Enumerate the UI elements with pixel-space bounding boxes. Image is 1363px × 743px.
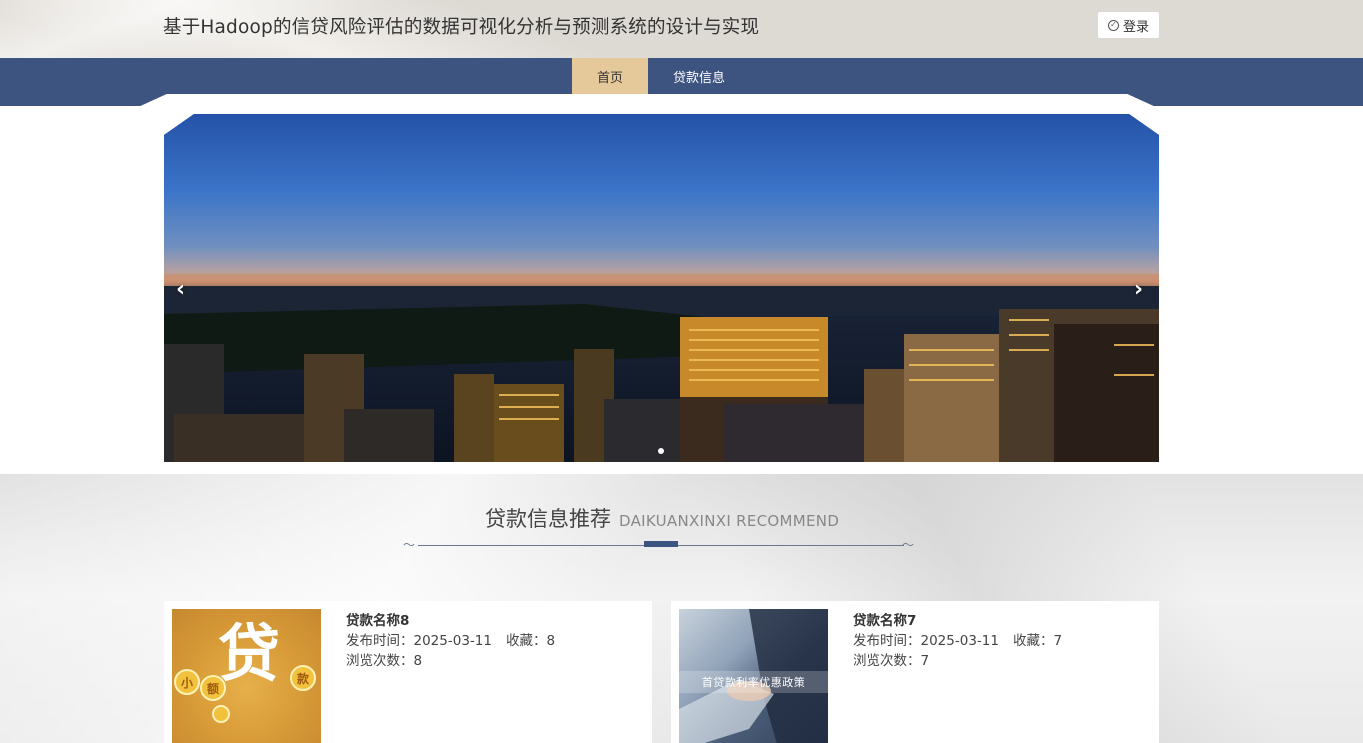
city-skyline-image: [164, 274, 1159, 462]
banner-next-arrow-icon[interactable]: ›: [1134, 278, 1143, 302]
loan-info: 贷款名称7 发布时间：2025-03-11 收藏：7 浏览次数：7: [853, 611, 1076, 671]
publish-label: 发布时间：: [346, 633, 414, 649]
publish-date: 2025-03-11: [413, 633, 492, 649]
fav-count: 7: [1053, 633, 1063, 649]
thumb-glyph: 贷: [218, 617, 281, 690]
nav-item-loan-info[interactable]: 贷款信息: [660, 58, 738, 94]
coin-icon: [212, 705, 230, 723]
loan-card[interactable]: 首贷款利率优惠政策 贷款名称7 发布时间：2025-03-11 收藏：7 浏览次数…: [671, 601, 1159, 743]
loan-name[interactable]: 贷款名称7: [853, 611, 1076, 631]
nav-notch: [136, 94, 1158, 108]
banner-indicator-dot[interactable]: [658, 448, 664, 454]
loan-meta: 发布时间：2025-03-11 收藏：8: [346, 631, 569, 651]
loan-thumbnail[interactable]: 贷 小 额 款: [172, 609, 321, 743]
loan-card[interactable]: 贷 小 额 款 贷款名称8 发布时间：2025-03-11 收藏：8 浏览次数：8: [164, 601, 652, 743]
publish-time: 发布时间：2025-03-11: [853, 633, 999, 649]
favorites: 收藏：8: [506, 633, 555, 649]
divider-right-curl-icon: 〜: [902, 538, 915, 552]
loan-info: 贷款名称8 发布时间：2025-03-11 收藏：8 浏览次数：8: [346, 611, 569, 671]
views-label: 浏览次数：: [346, 653, 414, 669]
banner-prev-arrow-icon[interactable]: ‹: [176, 278, 185, 302]
views-count: 7: [920, 653, 930, 669]
favorites: 收藏：7: [1013, 633, 1062, 649]
nav-item-label: 贷款信息: [672, 70, 725, 86]
fav-count: 8: [546, 633, 556, 649]
publish-label: 发布时间：: [853, 633, 921, 649]
recommend-title-cn: 贷款信息推荐: [485, 507, 611, 531]
banner-carousel[interactable]: [164, 114, 1159, 462]
site-title: 基于Hadoop的信贷风险评估的数据可视化分析与预测系统的设计与实现: [163, 17, 760, 38]
loan-meta: 发布时间：2025-03-11 收藏：7: [853, 631, 1076, 651]
nav-item-label: 首页: [596, 70, 623, 86]
fav-label: 收藏：: [505, 633, 547, 649]
view-count: 浏览次数：7: [853, 651, 1076, 671]
publish-time: 发布时间：2025-03-11: [346, 633, 492, 649]
fav-label: 收藏：: [1012, 633, 1054, 649]
section-divider-accent: [644, 541, 678, 547]
loan-name[interactable]: 贷款名称8: [346, 611, 569, 631]
coin-icon: 额: [200, 675, 226, 701]
login-label: 登录: [1122, 19, 1149, 35]
loan-thumbnail[interactable]: 首贷款利率优惠政策: [679, 609, 828, 743]
view-count: 浏览次数：8: [346, 651, 569, 671]
check-circle-icon: ✓: [1107, 19, 1119, 31]
publish-date: 2025-03-11: [920, 633, 999, 649]
views-count: 8: [413, 653, 423, 669]
coin-icon: 款: [290, 665, 316, 691]
recommend-section-title: 贷款信息推荐 DAIKUANXINXI RECOMMEND: [485, 503, 839, 533]
recommend-title-en: DAIKUANXINXI RECOMMEND: [619, 512, 840, 530]
nav-item-home[interactable]: 首页: [572, 58, 648, 94]
thumb-caption: 首贷款利率优惠政策: [679, 671, 828, 693]
login-button[interactable]: ✓ 登录: [1098, 12, 1159, 38]
views-label: 浏览次数：: [853, 653, 921, 669]
divider-left-curl-icon: 〜: [403, 538, 416, 552]
coin-icon: 小: [174, 669, 200, 695]
